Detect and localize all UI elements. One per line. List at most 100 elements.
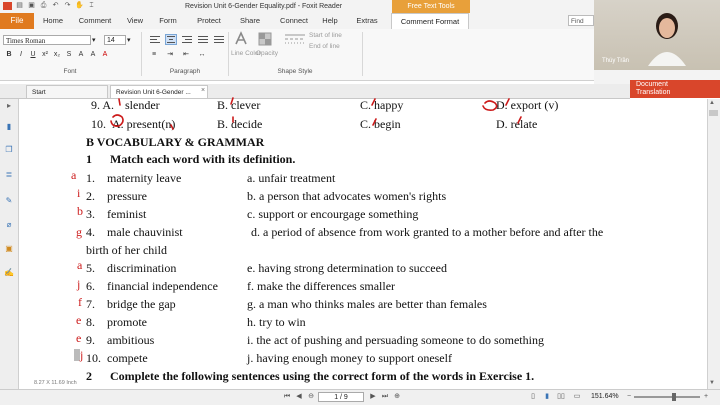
font-name-select[interactable]: Times Roman [3, 35, 91, 45]
continuous-page-icon[interactable]: ▮ [542, 391, 552, 402]
chevron-down-icon[interactable]: ▾ [92, 36, 96, 44]
vocab-word: compete [107, 351, 148, 365]
answer-mark: a [77, 258, 83, 272]
app-logo-icon[interactable] [3, 2, 12, 10]
justify-icon[interactable] [197, 35, 209, 45]
close-icon[interactable]: × [201, 87, 205, 94]
layers-icon[interactable]: ≣ [4, 170, 14, 180]
character-spacing-icon[interactable]: ↔ [197, 50, 207, 60]
prev-page-icon[interactable]: ◀ [294, 391, 304, 402]
tab-share[interactable]: Share [234, 13, 266, 29]
open-icon[interactable]: ▤ [15, 2, 24, 10]
answer-mark: e [76, 331, 82, 345]
distribute-icon[interactable] [213, 35, 225, 45]
save-icon[interactable]: ▣ [27, 2, 36, 10]
page-down-icon[interactable]: ⊖ [306, 391, 316, 402]
line-color-icon[interactable] [233, 31, 249, 47]
facing-page-icon[interactable]: ▯▯ [556, 391, 566, 402]
tab-help[interactable]: Help [318, 13, 342, 29]
start-of-line-label[interactable]: Start of line [309, 32, 342, 39]
zoom-out-icon[interactable]: − [624, 391, 634, 402]
tab-home[interactable]: Home [36, 13, 70, 29]
comments-icon[interactable]: ✎ [4, 196, 14, 206]
last-page-icon[interactable]: ⏭ [380, 391, 390, 402]
zoom-in-icon[interactable]: + [701, 391, 711, 402]
vocab-definition: f. make the differences smaller [247, 279, 396, 293]
single-page-icon[interactable]: ▯ [528, 391, 538, 402]
scroll-down-icon[interactable]: ▼ [709, 380, 715, 386]
vocab-definition: g. a man who thinks males are better tha… [247, 297, 487, 311]
bold-icon[interactable]: B [4, 50, 14, 60]
continuous-facing-icon[interactable]: ▭ [572, 391, 582, 402]
lock-icon[interactable]: ▣ [4, 244, 14, 254]
vocab-number: 9. [86, 333, 95, 347]
line-spacing-icon[interactable]: ≡ [149, 50, 159, 60]
indent-icon[interactable]: ⇥ [165, 50, 175, 60]
vocab-word: pressure [107, 189, 147, 203]
vocab-word: male chauvinist [107, 225, 183, 239]
scroll-up-icon[interactable]: ▲ [709, 100, 715, 106]
line-style-icon[interactable] [283, 31, 307, 47]
page-up-icon[interactable]: ⊕ [392, 391, 402, 402]
tab-connect[interactable]: Connect [274, 13, 314, 29]
page-size-label: 8.27 X 11.69 Inch [34, 380, 77, 386]
tab-comment-format[interactable]: Comment Format [391, 13, 469, 29]
next-page-icon[interactable]: ▶ [368, 391, 378, 402]
chevron-down-icon[interactable]: ▾ [127, 36, 131, 44]
opacity-icon[interactable] [257, 31, 273, 47]
answer-mark: i [77, 186, 81, 200]
align-center-icon[interactable] [165, 34, 177, 45]
opacity-label[interactable]: Opacity [256, 50, 278, 57]
font-size-up-icon[interactable]: A [76, 50, 86, 60]
tab-comment[interactable]: Comment [72, 13, 118, 29]
strikethrough-icon[interactable]: S [64, 50, 74, 60]
collapse-icon[interactable]: ▸ [4, 101, 14, 111]
end-of-line-label[interactable]: End of line [309, 43, 340, 50]
print-icon[interactable]: ⎙ [39, 2, 48, 10]
answer-mark: a [71, 168, 77, 182]
tab-form[interactable]: Form [152, 13, 184, 29]
align-left-icon[interactable] [149, 35, 161, 45]
zoom-slider-thumb[interactable] [672, 393, 676, 401]
vocab-definition: b. a person that advocates women's right… [247, 189, 447, 203]
pages-icon[interactable]: ❐ [4, 145, 14, 155]
font-size-down-icon[interactable]: A [88, 50, 98, 60]
italic-icon[interactable]: I [16, 50, 26, 60]
font-size-select[interactable]: 14 [104, 35, 126, 45]
redo-icon[interactable]: ↷ [63, 2, 72, 10]
page-number-input[interactable]: 1 / 9 [318, 392, 364, 402]
attachment-icon[interactable]: ⌀ [4, 220, 14, 230]
search-input[interactable]: Find [568, 15, 594, 26]
vocab-word: feminist [107, 207, 147, 221]
scrollbar-thumb[interactable] [709, 110, 718, 116]
vocab-definition: c. support or encourgage something [247, 207, 419, 221]
undo-icon[interactable]: ↶ [51, 2, 60, 10]
superscript-icon[interactable]: x² [40, 50, 50, 60]
vocab-number: 5. [86, 261, 95, 275]
first-page-icon[interactable]: ⏮ [282, 391, 292, 402]
align-right-icon[interactable] [181, 35, 193, 45]
underline-icon[interactable]: U [28, 50, 38, 60]
outdent-icon[interactable]: ⇤ [181, 50, 191, 60]
vocab-definition: e. having strong determination to succee… [247, 261, 447, 275]
divider [362, 32, 363, 76]
vocab-word: financial independence [107, 279, 218, 293]
tab-view[interactable]: View [120, 13, 150, 29]
zoom-slider[interactable] [634, 396, 700, 398]
bookmark-icon[interactable]: ▮ [4, 122, 14, 132]
exercise-title: Match each word with its definition. [110, 152, 296, 166]
vocab-word: discrimination [107, 261, 177, 275]
group-label-shape-style: Shape Style [277, 68, 313, 75]
vertical-scrollbar[interactable] [707, 99, 720, 389]
vocab-definition: h. try to win [247, 315, 306, 329]
hand-icon[interactable]: ✋ [75, 2, 84, 10]
select-icon[interactable]: ⌶ [87, 2, 96, 10]
signature-icon[interactable]: ✍ [4, 268, 14, 278]
tab-protect[interactable]: Protect [190, 13, 228, 29]
tab-extras[interactable]: Extras [350, 13, 384, 29]
zoom-level[interactable]: 151.64% [591, 391, 619, 402]
group-label-paragraph: Paragraph [169, 68, 201, 75]
subscript-icon[interactable]: x₂ [52, 50, 62, 60]
font-color-icon[interactable]: A [100, 50, 110, 60]
tab-file[interactable]: File [0, 13, 34, 29]
